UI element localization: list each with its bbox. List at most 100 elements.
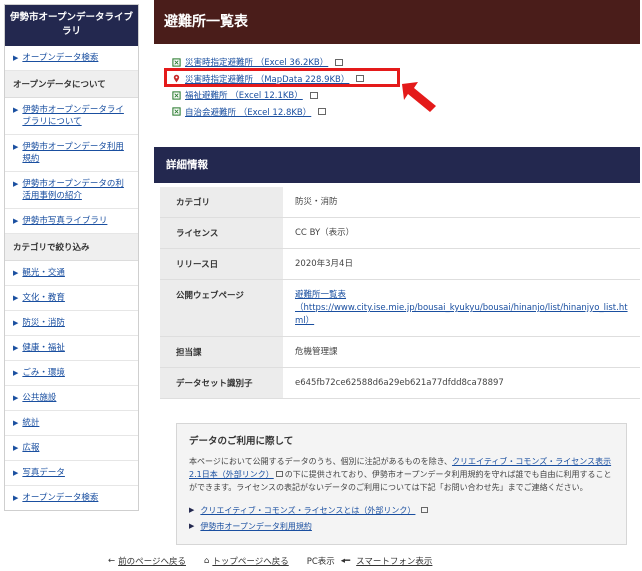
- sidebar-link[interactable]: 伊勢市オープンデータの利活用事例の紹介: [22, 178, 132, 202]
- detail-value: 危機管理課: [283, 336, 640, 368]
- external-window-icon: [421, 507, 429, 513]
- sidebar-link[interactable]: 防災・消防: [22, 317, 65, 329]
- sidebar-item-statistics[interactable]: ▶ 統計: [5, 411, 138, 436]
- usage-notice-box: データのご利用に際して 本ページにおいて公開するデータのうち、個別に注記があるも…: [176, 423, 627, 545]
- external-window-icon: [309, 91, 318, 99]
- details-table: カテゴリ 防災・消防 ライセンス CC BY（表示） リリース日 2020年3月…: [154, 187, 640, 399]
- highlight-box: [164, 68, 400, 87]
- arrow-right-icon: ▶: [13, 294, 19, 302]
- detail-key: カテゴリ: [154, 187, 283, 218]
- table-row: データセット識別子 e645fb72ce62588d6a29eb621a77df…: [154, 367, 640, 399]
- sidebar-item-disaster[interactable]: ▶ 防災・消防: [5, 311, 138, 336]
- detail-key: 公開ウェブページ: [154, 279, 283, 337]
- arrow-right-icon: ▶: [13, 106, 19, 114]
- sidebar-item-tourism[interactable]: ▶ 観光・交通: [5, 261, 138, 286]
- detail-key: リリース日: [154, 248, 283, 280]
- external-window-icon: [318, 108, 327, 116]
- sidebar-title[interactable]: 伊勢市オープンデータライブラリ: [5, 5, 138, 46]
- sidebar-item-photo-data[interactable]: ▶ 写真データ: [5, 461, 138, 486]
- excel-icon: [172, 91, 181, 100]
- sidebar-link[interactable]: ごみ・環境: [22, 367, 65, 379]
- table-row: 担当課 危機管理課: [154, 336, 640, 368]
- usage-links: ▶ クリエイティブ・コモンズ・ライセンスとは（外部リンク） ▶ 伊勢市オープンデ…: [189, 502, 614, 534]
- back-link[interactable]: 前のページへ戻る: [118, 555, 186, 567]
- sidebar-item-culture[interactable]: ▶ 文化・教育: [5, 286, 138, 311]
- sidebar-item-about[interactable]: ▶ 伊勢市オープンデータライブラリについて: [5, 98, 138, 135]
- arrow-left-icon: ←: [108, 556, 116, 566]
- resource-link[interactable]: 災害時指定避難所 （Excel 36.2KB）: [185, 56, 328, 68]
- home-icon: ⌂: [203, 556, 210, 566]
- detail-value: CC BY（表示）: [283, 217, 640, 249]
- detail-key: ライセンス: [154, 217, 283, 249]
- top-link[interactable]: トップページへ戻る: [212, 555, 288, 567]
- toggle-arrow-icon: ◂━: [340, 556, 351, 566]
- table-row: ライセンス CC BY（表示）: [154, 217, 640, 249]
- details-heading: 詳細情報: [154, 147, 640, 183]
- public-webpage-link[interactable]: 避難所一覧表 （https://www.city.ise.mie.jp/bous…: [295, 290, 628, 326]
- external-window-icon: [335, 58, 344, 66]
- arrow-right-icon: ▶: [13, 217, 19, 225]
- sidebar-link[interactable]: 健康・福祉: [22, 342, 65, 354]
- footer-nav: ← 前のページへ戻る ⌂ トップページへ戻る PC表示 ◂━ スマートフォン表示: [108, 555, 432, 567]
- arrow-right-icon: ▶: [13, 54, 19, 62]
- sidebar-item-health[interactable]: ▶ 健康・福祉: [5, 336, 138, 361]
- resource-link[interactable]: 福祉避難所 （Excel 12.1KB）: [185, 89, 303, 101]
- back-link-item[interactable]: ← 前のページへ戻る: [108, 555, 186, 567]
- sidebar-link[interactable]: 写真データ: [22, 467, 65, 479]
- sidebar-link[interactable]: 統計: [22, 417, 39, 429]
- cc-about-link[interactable]: クリエイティブ・コモンズ・ライセンスとは（外部リンク）: [200, 505, 415, 516]
- arrow-right-icon: ▶: [13, 143, 19, 151]
- usage-link-item[interactable]: ▶ 伊勢市オープンデータ利用規約: [189, 518, 614, 534]
- sidebar-link[interactable]: 文化・教育: [22, 292, 65, 304]
- arrow-right-icon: ▶: [13, 319, 19, 327]
- arrow-right-icon: ▶: [13, 369, 19, 377]
- triangle-right-icon: ▶: [189, 506, 195, 514]
- sidebar-item-pr[interactable]: ▶ 広報: [5, 436, 138, 461]
- arrow-right-icon: ▶: [13, 180, 19, 188]
- usage-text: 本ページにおいて公開するデータのうち、個別に注記があるものを除き、: [189, 457, 453, 466]
- sidebar-link[interactable]: オープンデータ検索: [22, 492, 98, 504]
- table-row: リリース日 2020年3月4日: [154, 248, 640, 280]
- detail-key: 担当課: [154, 336, 283, 368]
- sidebar-link[interactable]: 伊勢市オープンデータライブラリについて: [22, 104, 132, 128]
- top-link-item[interactable]: ⌂ トップページへ戻る: [204, 555, 289, 567]
- arrow-right-icon: ▶: [13, 394, 19, 402]
- excel-icon: [172, 58, 181, 67]
- sidebar-link[interactable]: 広報: [22, 442, 39, 454]
- arrow-right-icon: ▶: [13, 444, 19, 452]
- smartphone-view-link[interactable]: スマートフォン表示: [356, 555, 432, 567]
- resource-link[interactable]: 自治会避難所 （Excel 12.8KB）: [185, 106, 311, 118]
- table-row: 公開ウェブページ 避難所一覧表 （https://www.city.ise.mi…: [154, 279, 640, 337]
- terms-link[interactable]: 伊勢市オープンデータ利用規約: [200, 521, 312, 532]
- detail-value: 防災・消防: [283, 187, 640, 218]
- arrow-right-icon: ▶: [13, 344, 19, 352]
- red-arrow-icon: [402, 82, 436, 112]
- sidebar-link[interactable]: 公共施設: [22, 392, 56, 404]
- excel-icon: [172, 107, 181, 116]
- view-toggle[interactable]: PC表示 ◂━ スマートフォン表示: [307, 555, 433, 567]
- sidebar-item-search-top[interactable]: ▶ オープンデータ検索: [5, 46, 138, 71]
- table-row: カテゴリ 防災・消防: [154, 187, 640, 218]
- usage-body: 本ページにおいて公開するデータのうち、個別に注記があるものを除き、クリエイティブ…: [189, 455, 614, 494]
- sidebar-link[interactable]: オープンデータ検索: [22, 52, 98, 64]
- sidebar-link[interactable]: 伊勢市オープンデータ利用規約: [22, 141, 132, 165]
- usage-link-item[interactable]: ▶ クリエイティブ・コモンズ・ライセンスとは（外部リンク）: [189, 502, 614, 518]
- detail-key: データセット識別子: [154, 367, 283, 399]
- arrow-right-icon: ▶: [13, 419, 19, 427]
- arrow-right-icon: ▶: [13, 269, 19, 277]
- sidebar-item-photo-library[interactable]: ▶ 伊勢市写真ライブラリ: [5, 209, 138, 234]
- page-title: 避難所一覧表: [154, 0, 640, 44]
- sidebar-item-environment[interactable]: ▶ ごみ・環境: [5, 361, 138, 386]
- sidebar-item-search-bottom[interactable]: ▶ オープンデータ検索: [5, 486, 138, 510]
- usage-title: データのご利用に際して: [189, 436, 294, 447]
- arrow-right-icon: ▶: [13, 469, 19, 477]
- triangle-right-icon: ▶: [189, 522, 195, 530]
- sidebar-item-examples[interactable]: ▶ 伊勢市オープンデータの利活用事例の紹介: [5, 172, 138, 209]
- sidebar-link[interactable]: 観光・交通: [22, 267, 65, 279]
- detail-value: 2020年3月4日: [283, 248, 640, 280]
- sidebar-link[interactable]: 伊勢市写真ライブラリ: [22, 215, 107, 227]
- detail-value: e645fb72ce62588d6a29eb621a77dfdd8ca78897: [283, 367, 640, 399]
- sidebar-item-terms[interactable]: ▶ 伊勢市オープンデータ利用規約: [5, 135, 138, 172]
- arrow-right-icon: ▶: [13, 494, 19, 502]
- sidebar-item-public-facilities[interactable]: ▶ 公共施設: [5, 386, 138, 411]
